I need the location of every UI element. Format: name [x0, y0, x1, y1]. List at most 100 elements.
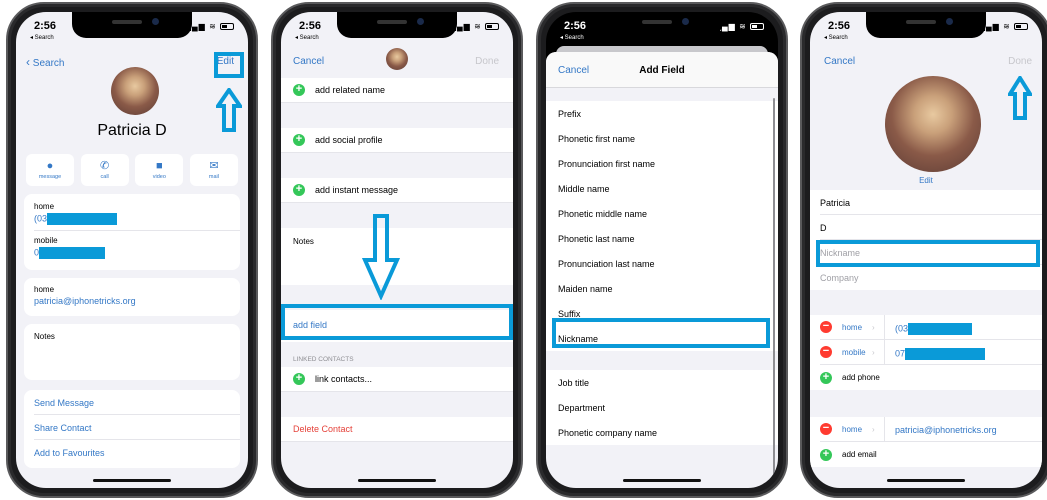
add-related-name-row[interactable]: + add related name [281, 78, 513, 103]
remove-icon[interactable]: − [820, 423, 832, 435]
field-option-label: Phonetic first name [558, 134, 636, 144]
phone-home-value[interactable]: (03 [24, 211, 240, 225]
home-indicator[interactable] [623, 479, 701, 482]
add-email-row[interactable]: + add email [820, 442, 1042, 467]
email-value[interactable]: patricia@iphonetricks.org [24, 294, 240, 306]
email-value-home[interactable]: patricia@iphonetricks.org [884, 416, 997, 442]
wifi-icon: ≋ [739, 22, 747, 31]
field-option[interactable]: Pronunciation first name [546, 151, 778, 176]
phone-contact-view: 2:56 ◂ Search ▂▄▆ ≋ ‹ Search Edit Patric… [6, 2, 258, 498]
field-option[interactable]: Phonetic last name [546, 226, 778, 251]
notes-card[interactable]: Notes [24, 324, 240, 380]
remove-icon[interactable]: − [820, 346, 832, 358]
arrow-down-icon [362, 214, 400, 300]
phone-label-mobile[interactable]: mobile [842, 348, 872, 357]
email-label-home[interactable]: home [842, 425, 872, 434]
field-option[interactable]: Pronunciation last name [546, 251, 778, 276]
cancel-button[interactable]: Cancel [824, 56, 855, 67]
email-card: home patricia@iphonetricks.org [24, 278, 240, 316]
phone-label-home[interactable]: home [842, 323, 872, 332]
add-social-profile-row[interactable]: + add social profile [281, 128, 513, 153]
field-option[interactable]: Department [546, 395, 778, 420]
contact-avatar[interactable] [111, 67, 159, 115]
mail-button[interactable]: ✉ mail [189, 154, 238, 186]
status-back-link[interactable]: ◂ Search [824, 34, 848, 41]
screen: 2:56 ◂ Search ▂▄▆ ≋ Cancel Add Field Pre… [546, 12, 778, 488]
field-option[interactable]: Phonetic middle name [546, 201, 778, 226]
redaction-bar [908, 322, 973, 335]
done-button[interactable]: Done [1008, 56, 1032, 67]
add-instant-message-row[interactable]: + add instant message [281, 178, 513, 203]
field-option[interactable]: Job title [546, 370, 778, 395]
add-to-favourites-link[interactable]: Add to Favourites [34, 440, 240, 465]
done-button[interactable]: Done [475, 56, 499, 67]
wifi-icon: ≋ [474, 22, 482, 31]
contact-name: Patricia D [97, 122, 167, 139]
link-contacts-row[interactable]: + link contacts... [281, 367, 513, 392]
field-option[interactable]: Prefix [546, 101, 778, 126]
links-card: Send Message Share Contact Add to Favour… [24, 390, 240, 468]
call-button[interactable]: ✆ call [80, 154, 129, 186]
arrow-up-icon [1008, 76, 1032, 120]
field-option-label: Department [558, 403, 606, 413]
status-time: 2:56 [34, 20, 57, 32]
field-option-label: Prefix [558, 109, 582, 119]
status-icons: ▂▄▆ ≋ [185, 22, 234, 31]
video-button[interactable]: ■ video [135, 154, 184, 186]
add-field-sheet: Cancel Add Field Prefix Phonetic first na… [546, 52, 778, 488]
status-back-link[interactable]: ◂ Search [560, 34, 584, 41]
sheet-title: Add Field [639, 65, 685, 76]
status-back-link[interactable]: ◂ Search [295, 34, 319, 41]
redaction-bar [905, 347, 986, 360]
notch [72, 12, 192, 38]
wifi-icon: ≋ [209, 22, 217, 31]
phone-value-mobile[interactable]: 07 [884, 339, 986, 365]
call-icon: ✆ [100, 160, 110, 172]
sheet-header: Cancel Add Field [546, 52, 778, 88]
home-indicator[interactable] [358, 479, 436, 482]
phone-value-home[interactable]: (03 [884, 314, 973, 340]
status-back-link[interactable]: ◂ Search [30, 34, 54, 41]
notes-label: Notes [34, 332, 55, 341]
highlight-box-add-field [281, 304, 513, 340]
last-name-field[interactable]: D [820, 215, 1042, 240]
send-message-link[interactable]: Send Message [34, 390, 240, 415]
delete-contact-button[interactable]: Delete Contact [281, 417, 513, 442]
share-contact-link[interactable]: Share Contact [34, 415, 240, 440]
status-time: 2:56 [828, 20, 851, 32]
add-phone-row[interactable]: + add phone [820, 365, 1042, 390]
field-option[interactable]: Maiden name [546, 276, 778, 301]
battery-icon [1014, 23, 1028, 31]
company-field[interactable]: Company [820, 265, 1042, 290]
message-button[interactable]: ● message [26, 154, 74, 186]
phone-home-label: home [34, 202, 55, 211]
screen: 2:56 ◂ Search ▂▄▆ ≋ Cancel Done Edit Pat… [810, 12, 1042, 488]
field-option[interactable]: Phonetic first name [546, 126, 778, 151]
quick-actions: ● message ✆ call ■ video ✉ mail [26, 154, 238, 186]
scrollbar[interactable] [773, 98, 775, 488]
redaction-bar [39, 247, 106, 259]
battery-icon [485, 23, 499, 31]
video-icon: ■ [155, 160, 163, 172]
home-indicator[interactable] [93, 479, 171, 482]
field-option-label: Phonetic last name [558, 234, 635, 244]
phone-row-mobile: − mobile › 07 [820, 339, 1042, 365]
field-option-label: Job title [558, 378, 590, 388]
edit-photo-button[interactable]: Edit [810, 176, 1042, 185]
cancel-button[interactable]: Cancel [293, 56, 324, 67]
phone-mobile-value[interactable]: 0 [24, 245, 240, 259]
contact-avatar-small [386, 48, 408, 70]
field-option-label: Pronunciation first name [558, 159, 656, 169]
first-name-field[interactable]: Patricia [820, 190, 1042, 215]
phone-edit-contact-bottom: 2:56 ◂ Search ▂▄▆ ≋ Cancel Done + add rel… [271, 2, 523, 498]
field-option[interactable]: Middle name [546, 176, 778, 201]
plus-icon: + [293, 184, 305, 196]
back-button[interactable]: ‹ Search [26, 55, 64, 69]
home-indicator[interactable] [887, 479, 965, 482]
remove-icon[interactable]: − [820, 321, 832, 333]
chevron-right-icon: › [872, 322, 875, 332]
field-option-label: Phonetic company name [558, 428, 658, 438]
email-label: home [34, 285, 55, 294]
contact-photo[interactable] [885, 76, 981, 172]
field-option[interactable]: Phonetic company name [546, 420, 778, 445]
